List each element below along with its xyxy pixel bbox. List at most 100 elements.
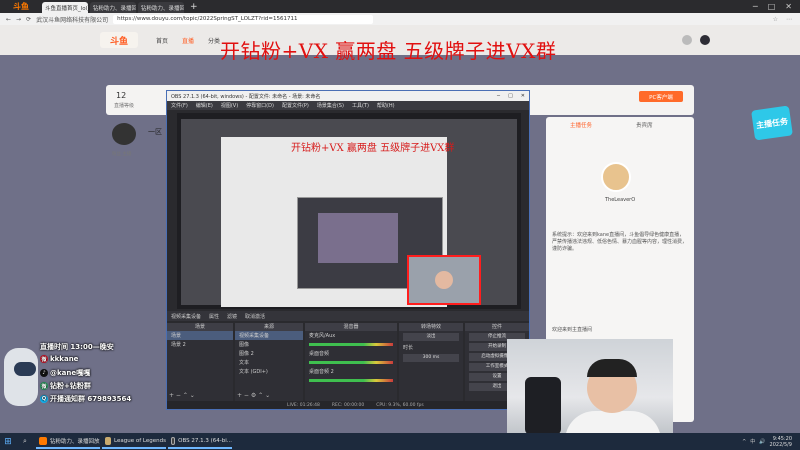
mixer-channel-label: 桌面音频 bbox=[309, 351, 330, 357]
avatar[interactable] bbox=[700, 35, 710, 45]
minimize-button[interactable]: ─ bbox=[497, 93, 500, 99]
menu-file[interactable]: 文件(F) bbox=[171, 102, 188, 109]
host-avatar[interactable] bbox=[112, 123, 136, 145]
source-item[interactable]: 图像 bbox=[235, 340, 303, 349]
tab-douyu-platform[interactable]: 钻粉助力、录播回放、斗鱼直播平台 × bbox=[138, 2, 184, 13]
live-status: LIVE: 01:26:48 bbox=[287, 402, 320, 408]
taskbar-app-label: 钻粉助力、录播回放 bbox=[50, 438, 100, 445]
properties-button[interactable]: 属性 bbox=[209, 313, 219, 320]
social-overlay: 直播时间 13:00—晚安 微 kkkane ♪ @kane嘎嘎 微 钻粉+钻粉… bbox=[0, 340, 160, 410]
obs-window-controls: ─ □ ✕ bbox=[497, 93, 529, 99]
nav-live[interactable]: 直播 bbox=[182, 36, 194, 45]
history-icon[interactable] bbox=[682, 35, 692, 45]
chat-welcome: 欢迎来到主直播间 bbox=[552, 327, 593, 333]
menu-scene-collection[interactable]: 场景集合(S) bbox=[317, 102, 344, 109]
transitions-dock: 转场特效 淡出 时长 300 ms bbox=[399, 323, 463, 401]
audio-meter[interactable] bbox=[309, 343, 393, 346]
site-identity[interactable]: 武汉斗鱼网络科技有限公司 bbox=[36, 15, 108, 24]
selected-source: 视频采集设备 bbox=[171, 313, 202, 320]
room-level: 12 bbox=[116, 91, 127, 100]
nested-obs-preview bbox=[318, 213, 398, 263]
sources-dock: 来源 视频采集设备 图像 图像 2 文本 文本 (GDI+) + − ⚙ ⌃ ⌄ bbox=[235, 323, 303, 401]
browser-app-icon bbox=[39, 436, 47, 445]
source-controls[interactable]: + − ⚙ ⌃ ⌄ bbox=[237, 392, 270, 399]
maximize-button[interactable]: □ bbox=[768, 2, 776, 11]
social-line-text: 开播通知群 679893564 bbox=[50, 395, 132, 403]
chat-system-notice: 系统提示：欢迎来到kane直播间，斗鱼倡导绿色健康直播，严禁传播违法违规、低俗色… bbox=[552, 232, 688, 252]
nav-home[interactable]: 首页 bbox=[156, 36, 168, 45]
bookmark-icon[interactable]: ☆ bbox=[773, 16, 778, 23]
obs-preview[interactable]: 开钻粉+VX 赢两盘 五级牌子进VX群 bbox=[177, 113, 521, 309]
system-clock[interactable]: 9:45:20 2022/5/9 bbox=[770, 436, 792, 448]
social-line-text: kkkane bbox=[50, 355, 79, 363]
social-line-live-time: 直播时间 13:00—晚安 bbox=[40, 342, 114, 352]
menu-tools[interactable]: 工具(T) bbox=[352, 102, 369, 109]
transition-select[interactable]: 淡出 bbox=[403, 333, 459, 341]
menu-help[interactable]: 帮助(H) bbox=[377, 102, 395, 109]
pc-client-button[interactable]: PC客户端 bbox=[639, 91, 683, 102]
tab-vip-seats[interactable]: 贵宾席 bbox=[636, 121, 653, 130]
window-controls: ─ □ ✕ bbox=[753, 2, 800, 11]
maximize-button[interactable]: □ bbox=[508, 93, 513, 99]
clock-date: 2022/5/9 bbox=[769, 441, 792, 448]
host-card: 一区 粉丝 主播 bbox=[106, 117, 166, 177]
tab-replay[interactable]: 钻粉助力、录播回放 × bbox=[90, 2, 136, 13]
gaming-chair bbox=[525, 377, 561, 435]
lol-app-icon bbox=[105, 436, 112, 445]
filters-button[interactable]: 滤镜 bbox=[227, 313, 237, 320]
menu-profile[interactable]: 配置文件(P) bbox=[282, 102, 309, 109]
volume-icon[interactable]: 🔊 bbox=[759, 439, 765, 445]
source-item[interactable]: 视频采集设备 bbox=[235, 331, 303, 340]
douyu-logo: 斗鱼 bbox=[13, 2, 29, 11]
audio-meter[interactable] bbox=[309, 379, 393, 382]
scene-item[interactable]: 场景 bbox=[167, 331, 233, 340]
address-bar-row: ← → ⟳ 武汉斗鱼网络科技有限公司 https://www.douyu.com… bbox=[0, 13, 800, 25]
minimize-button[interactable]: ─ bbox=[753, 2, 758, 11]
taskbar-app-browser[interactable]: 钻粉助力、录播回放 bbox=[36, 434, 100, 449]
clock-time: 9:45:20 bbox=[772, 435, 792, 442]
new-tab-button[interactable]: + bbox=[186, 2, 202, 12]
windows-start-icon[interactable]: ⊞ bbox=[0, 433, 16, 450]
obs-menu-bar: 文件(F) 编辑(E) 视图(V) 停靠窗口(D) 配置文件(P) 场景集合(S… bbox=[167, 101, 529, 110]
menu-edit[interactable]: 编辑(E) bbox=[196, 102, 213, 109]
nested-capture: 开钻粉+VX 赢两盘 五级牌子进VX群 bbox=[181, 119, 517, 307]
input-method-icon[interactable]: 中 bbox=[750, 438, 755, 445]
obs-status-bar: LIVE: 01:26:48 REC: 00:00:00 CPU: 9.3%, … bbox=[167, 401, 529, 409]
tab-label: 钻粉助力、录播回放、斗鱼直播平台 bbox=[141, 5, 184, 12]
source-item[interactable]: 文本 bbox=[235, 358, 303, 367]
mixer-channel-label: 桌面音频 2 bbox=[309, 369, 334, 375]
nav-category[interactable]: 分类 bbox=[208, 36, 220, 45]
host-task-badge[interactable]: 主播任务 bbox=[751, 105, 793, 141]
scenes-dock: 场景 场景 场景 2 + − ⌃ ⌄ bbox=[167, 323, 233, 401]
source-item[interactable]: 图像 2 bbox=[235, 349, 303, 358]
social-line-text: @kane嘎嘎 bbox=[50, 369, 91, 377]
reload-icon[interactable]: ⟳ bbox=[26, 16, 31, 23]
close-window-button[interactable]: ✕ bbox=[785, 2, 792, 11]
scene-controls[interactable]: + − ⌃ ⌄ bbox=[169, 392, 195, 399]
menu-docks[interactable]: 停靠窗口(D) bbox=[246, 102, 274, 109]
tray-overflow-icon[interactable]: ^ bbox=[742, 439, 746, 445]
side-host-name: TheLeaverO bbox=[605, 197, 636, 203]
scene-item[interactable]: 场景 2 bbox=[167, 340, 233, 349]
close-window-button[interactable]: ✕ bbox=[521, 93, 525, 99]
url-field[interactable]: https://www.douyu.com/topic/2022SpringST… bbox=[113, 14, 374, 24]
tab-host-tasks[interactable]: 主播任务 bbox=[570, 121, 592, 130]
site-logo[interactable]: 斗鱼 bbox=[100, 32, 138, 48]
forward-icon[interactable]: → bbox=[16, 16, 21, 23]
source-item[interactable]: 文本 (GDI+) bbox=[235, 367, 303, 376]
back-icon[interactable]: ← bbox=[6, 16, 11, 23]
menu-icon[interactable]: ⋯ bbox=[786, 16, 792, 23]
deactivate-button[interactable]: 取消激活 bbox=[245, 313, 265, 320]
side-host-avatar bbox=[601, 162, 631, 192]
tab-label: 钻粉助力、录播回放 bbox=[93, 5, 136, 12]
browser-toolbar: ☆ ⋯ bbox=[773, 16, 800, 23]
duration-input[interactable]: 300 ms bbox=[403, 354, 459, 362]
webcam-source-selected[interactable] bbox=[407, 255, 481, 305]
taskbar-app-obs[interactable]: OBS 27.1.3 (64-bi... bbox=[168, 434, 232, 449]
taskbar-app-lol[interactable]: League of Legends bbox=[102, 434, 166, 449]
audio-meter[interactable] bbox=[309, 361, 393, 364]
social-line-text: 直播时间 13:00—晚安 bbox=[40, 343, 114, 351]
menu-view[interactable]: 视图(V) bbox=[221, 102, 238, 109]
tab-douyu-home[interactable]: 斗鱼直播首页_lol直播_英雄联盟直播 × bbox=[42, 2, 88, 13]
search-icon[interactable]: ⌕ bbox=[16, 433, 34, 450]
